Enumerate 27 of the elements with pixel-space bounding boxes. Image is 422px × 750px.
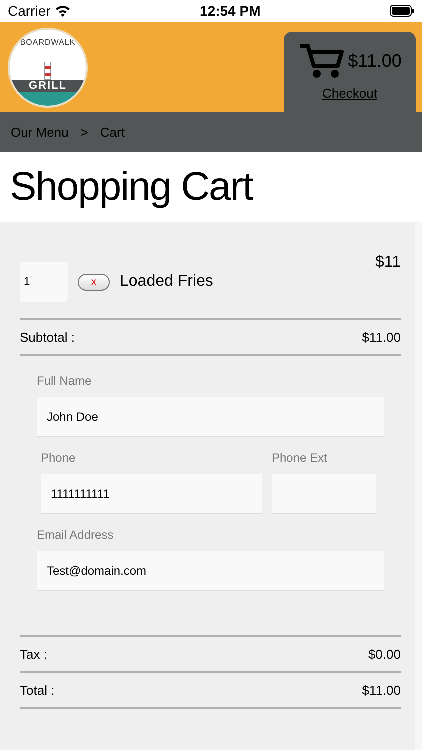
field-label: Full Name (37, 374, 93, 388)
total-label: Total : (20, 682, 55, 698)
remove-button[interactable]: x (78, 274, 110, 290)
field-label: Phone Ext (272, 451, 328, 465)
field-label: Email Address (37, 528, 115, 542)
subtotal-label: Subtotal : (20, 330, 75, 344)
carrier-name: Carrier (8, 3, 51, 19)
cart-total: $11.00 (348, 50, 402, 72)
wifi-icon (54, 5, 71, 17)
subtotal-value: $11.00 (362, 330, 401, 344)
quantity-field[interactable]: 1 (20, 262, 68, 302)
page-title: Shopping Cart (9, 164, 254, 210)
total-value: $11.00 (362, 682, 401, 698)
battery-icon (390, 5, 414, 17)
input-field[interactable]: 1111111111 (41, 474, 262, 514)
restaurant-logo[interactable]: BOARDWALK GRILL (8, 28, 88, 108)
item-price: $11 (375, 254, 401, 272)
field-label: Phone (41, 451, 77, 465)
input-field[interactable]: Test@domain.com (37, 551, 384, 591)
breadcrumb-separator: > (80, 124, 88, 140)
input-field[interactable] (272, 474, 376, 514)
total-value: $0.00 (368, 646, 401, 662)
cart-icon[interactable] (298, 42, 344, 80)
input-field[interactable]: John Doe (37, 397, 384, 437)
item-name: Loaded Fries (120, 273, 214, 291)
total-label: Tax : (20, 646, 48, 662)
clock-time: 12:54 PM (200, 3, 261, 19)
